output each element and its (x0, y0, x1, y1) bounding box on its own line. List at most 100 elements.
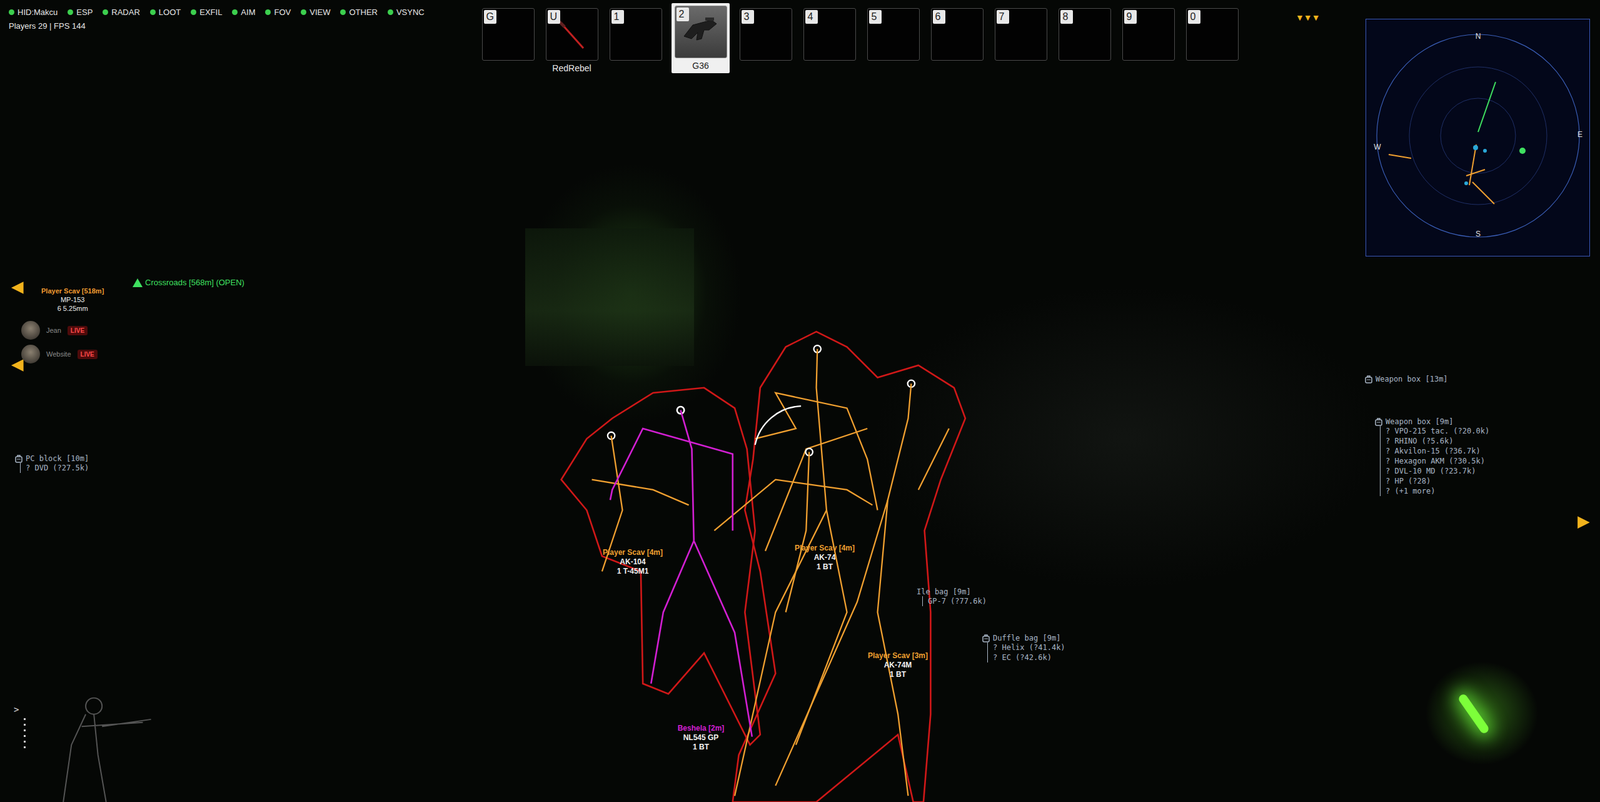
hotbar-slot[interactable]: 4 (801, 5, 858, 74)
hotbar-slot[interactable]: 0 (1184, 5, 1240, 74)
menu-toggle[interactable]: LOOT (150, 7, 181, 17)
menu-toggle[interactable]: EXFIL (190, 7, 222, 17)
slot-key: 7 (996, 10, 1010, 24)
status-dot-icon (102, 9, 109, 16)
menu-toggle[interactable]: RADAR (102, 7, 141, 17)
fov-arc (755, 405, 801, 445)
slot-key: 8 (1060, 10, 1073, 24)
offscreen-arrow-icon (1577, 515, 1590, 529)
console-dot-icon (23, 734, 26, 737)
menu-toggle[interactable]: ESP (67, 7, 93, 17)
status-dot-icon (387, 9, 394, 16)
hotbar-slot[interactable]: 8 (1056, 5, 1113, 74)
bag-icon (1364, 374, 1374, 384)
hotbar-slot[interactable]: 1 (607, 5, 664, 74)
player-label: Player Scav [3m]AK-74M1 BT (867, 650, 928, 680)
loot-item: ? EC (?42.6k) (992, 652, 1066, 663)
hotbar-slot[interactable]: 5 (865, 5, 921, 74)
loot-container: Weapon box [13m] (1364, 374, 1449, 384)
loot-item: ? Hexagon AKM (?30.5k) (1385, 455, 1490, 466)
slot-key: U (547, 10, 561, 24)
offscreen-arrow-icon (11, 281, 24, 294)
enemy-outline (561, 387, 761, 745)
menu-toggle[interactable]: VIEW (300, 7, 331, 17)
stairwell-scene (525, 228, 695, 366)
player-label: Player Scav [4m]AK-1041 T-45M1 (602, 547, 663, 576)
streamer-list: JeanLIVE WebsiteLIVE (21, 320, 98, 364)
menu-toggle[interactable]: AIM (231, 7, 256, 17)
compass-letter: E (1577, 130, 1583, 139)
loot-item: ? DVL-10 MD (?23.7k) (1385, 465, 1490, 476)
bag-icon (14, 453, 24, 463)
player-silhouette (63, 697, 151, 802)
radar: NESW (1365, 18, 1590, 257)
live-badge: LIVE (67, 325, 88, 336)
loot-item: ? VPO-215 tac. (?20.0k) (1385, 425, 1490, 436)
slot-key: 0 (1187, 10, 1201, 24)
slot-label: G36 (692, 60, 709, 71)
game-screen: HID:Makcu ESP RADAR LOOT EXFIL AIM FOV VIEW OTHE… (0, 0, 1600, 802)
loot-item: ? Helix (?41.4k) (992, 642, 1066, 653)
console-dot-icon (23, 723, 26, 726)
console-dot-icon (23, 717, 26, 720)
loot-container: Ile bag [9m]GP-7 (?77.6k) (916, 587, 987, 606)
esp-skeletons (0, 0, 1600, 802)
player-label: Player Scav [4m]AK-741 BT (794, 543, 855, 572)
hotbar-slot[interactable]: 9 (1120, 5, 1177, 74)
streamer-row[interactable]: JeanLIVE (21, 320, 98, 340)
loot-item: ? HP (?28) (1385, 475, 1490, 486)
slot-box: G (482, 8, 535, 61)
compass-letter: S (1475, 229, 1481, 239)
offscreen-arrow-icon (11, 358, 24, 372)
loot-list: ? DVD (?27.5k) (20, 462, 89, 473)
slot-box: 0 (1186, 8, 1239, 61)
console[interactable]: > (13, 704, 26, 748)
slot-box: 4 (803, 8, 856, 61)
slot-box: U (545, 8, 599, 61)
slot-key: G (483, 10, 497, 24)
status-dot-icon (190, 9, 197, 16)
hotbar-slot[interactable]: 7 (992, 5, 1049, 74)
slot-key: 4 (805, 10, 818, 24)
status-dot-icon (340, 9, 346, 16)
exfil-icon (132, 278, 143, 287)
loot-list: GP-7 (?77.6k) (922, 595, 987, 606)
compass-letter: N (1475, 31, 1482, 41)
menu-toggle[interactable]: VSYNC (387, 7, 425, 17)
status-dot-icon (231, 9, 238, 16)
slot-key: 2 (676, 7, 690, 22)
radar-map-icon (1366, 19, 1590, 256)
hotbar-slot[interactable]: U RedRebel (543, 5, 600, 74)
slot-box: 2 (674, 5, 728, 59)
loot-list: ? Helix (?41.4k)? EC (?42.6k) (987, 642, 1066, 663)
offscreen-marker: ▼▼▼ (1295, 12, 1320, 23)
menu-toggle[interactable]: FOV (265, 7, 291, 17)
slot-box: 6 (930, 8, 984, 61)
player-label: Beshela [2m]NL545 GP1 BT (677, 723, 725, 752)
live-badge: LIVE (77, 349, 98, 359)
status-dot-icon (8, 9, 15, 16)
menu-toggle[interactable]: HID:Makcu (8, 7, 58, 17)
far-player-label: Player Scav [518m]MP-1536 5.25mm (41, 286, 104, 313)
status-dot-icon (265, 9, 271, 16)
bag-icon (1374, 417, 1384, 426)
enemy-outline (732, 331, 966, 802)
cheat-menu: HID:Makcu ESP RADAR LOOT EXFIL AIM FOV VIEW OTHE… (8, 7, 425, 17)
slot-box: 9 (1122, 8, 1175, 61)
hotbar: G U RedRebel 12 G36 34 567 8 9 0 (480, 5, 1240, 74)
hotbar-slot[interactable]: 2 G36 (671, 3, 730, 74)
slot-box: 8 (1058, 8, 1112, 61)
glowstick (1457, 692, 1491, 735)
console-dot-icon (23, 729, 26, 731)
hotbar-slot[interactable]: 6 (929, 5, 985, 74)
hotbar-slot[interactable]: G (480, 5, 536, 74)
hotbar-slot[interactable]: 3 (737, 5, 794, 74)
loot-item: ? DVD (?27.5k) (25, 462, 89, 473)
menu-toggle[interactable]: OTHER (340, 7, 378, 17)
avatar-icon (21, 320, 41, 340)
slot-key: 9 (1124, 10, 1137, 24)
slot-label: RedRebel (552, 63, 591, 74)
loot-container: Weapon box [9m]? VPO-215 tac. (?20.0k)? … (1374, 417, 1490, 496)
streamer-row[interactable]: WebsiteLIVE (21, 344, 98, 364)
console-dot-icon (23, 745, 26, 748)
